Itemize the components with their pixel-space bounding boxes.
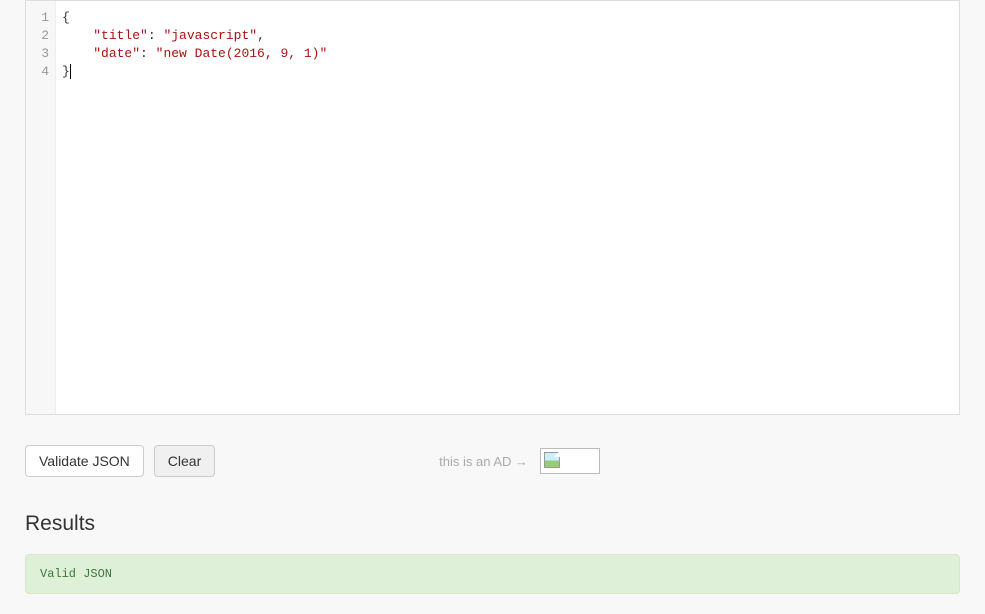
token-str: "new Date(2016, 9, 1)" [156,46,328,61]
line-number: 4 [26,63,49,81]
json-editor[interactable]: 1 2 3 4 { "title": "javascript", "date":… [25,0,960,415]
line-number: 3 [26,45,49,63]
code-line: "date": "new Date(2016, 9, 1)" [62,45,953,63]
token-punc: : [140,46,156,61]
token-str: "date" [93,46,140,61]
line-gutter: 1 2 3 4 [26,1,56,414]
line-number: 2 [26,27,49,45]
result-message: Valid JSON [25,554,960,594]
code-line: "title": "javascript", [62,27,953,45]
text-cursor [70,64,71,79]
token-str: "title" [93,28,148,43]
ad-block: this is an AD → [439,448,960,474]
code-content[interactable]: { "title": "javascript", "date": "new Da… [56,1,959,414]
controls-row: Validate JSON Clear this is an AD → [25,445,960,477]
clear-button[interactable]: Clear [154,445,215,477]
token-str: "javascript" [163,28,257,43]
code-line: } [62,63,953,81]
token-brace: { [62,10,70,25]
token-brace: } [62,64,70,79]
token-punc: : [148,28,164,43]
code-line: { [62,9,953,27]
token-punc: , [257,28,265,43]
ad-broken-image-icon [540,448,600,474]
ad-label: this is an AD → [439,454,528,469]
results-heading: Results [25,512,960,536]
validate-button[interactable]: Validate JSON [25,445,144,477]
line-number: 1 [26,9,49,27]
